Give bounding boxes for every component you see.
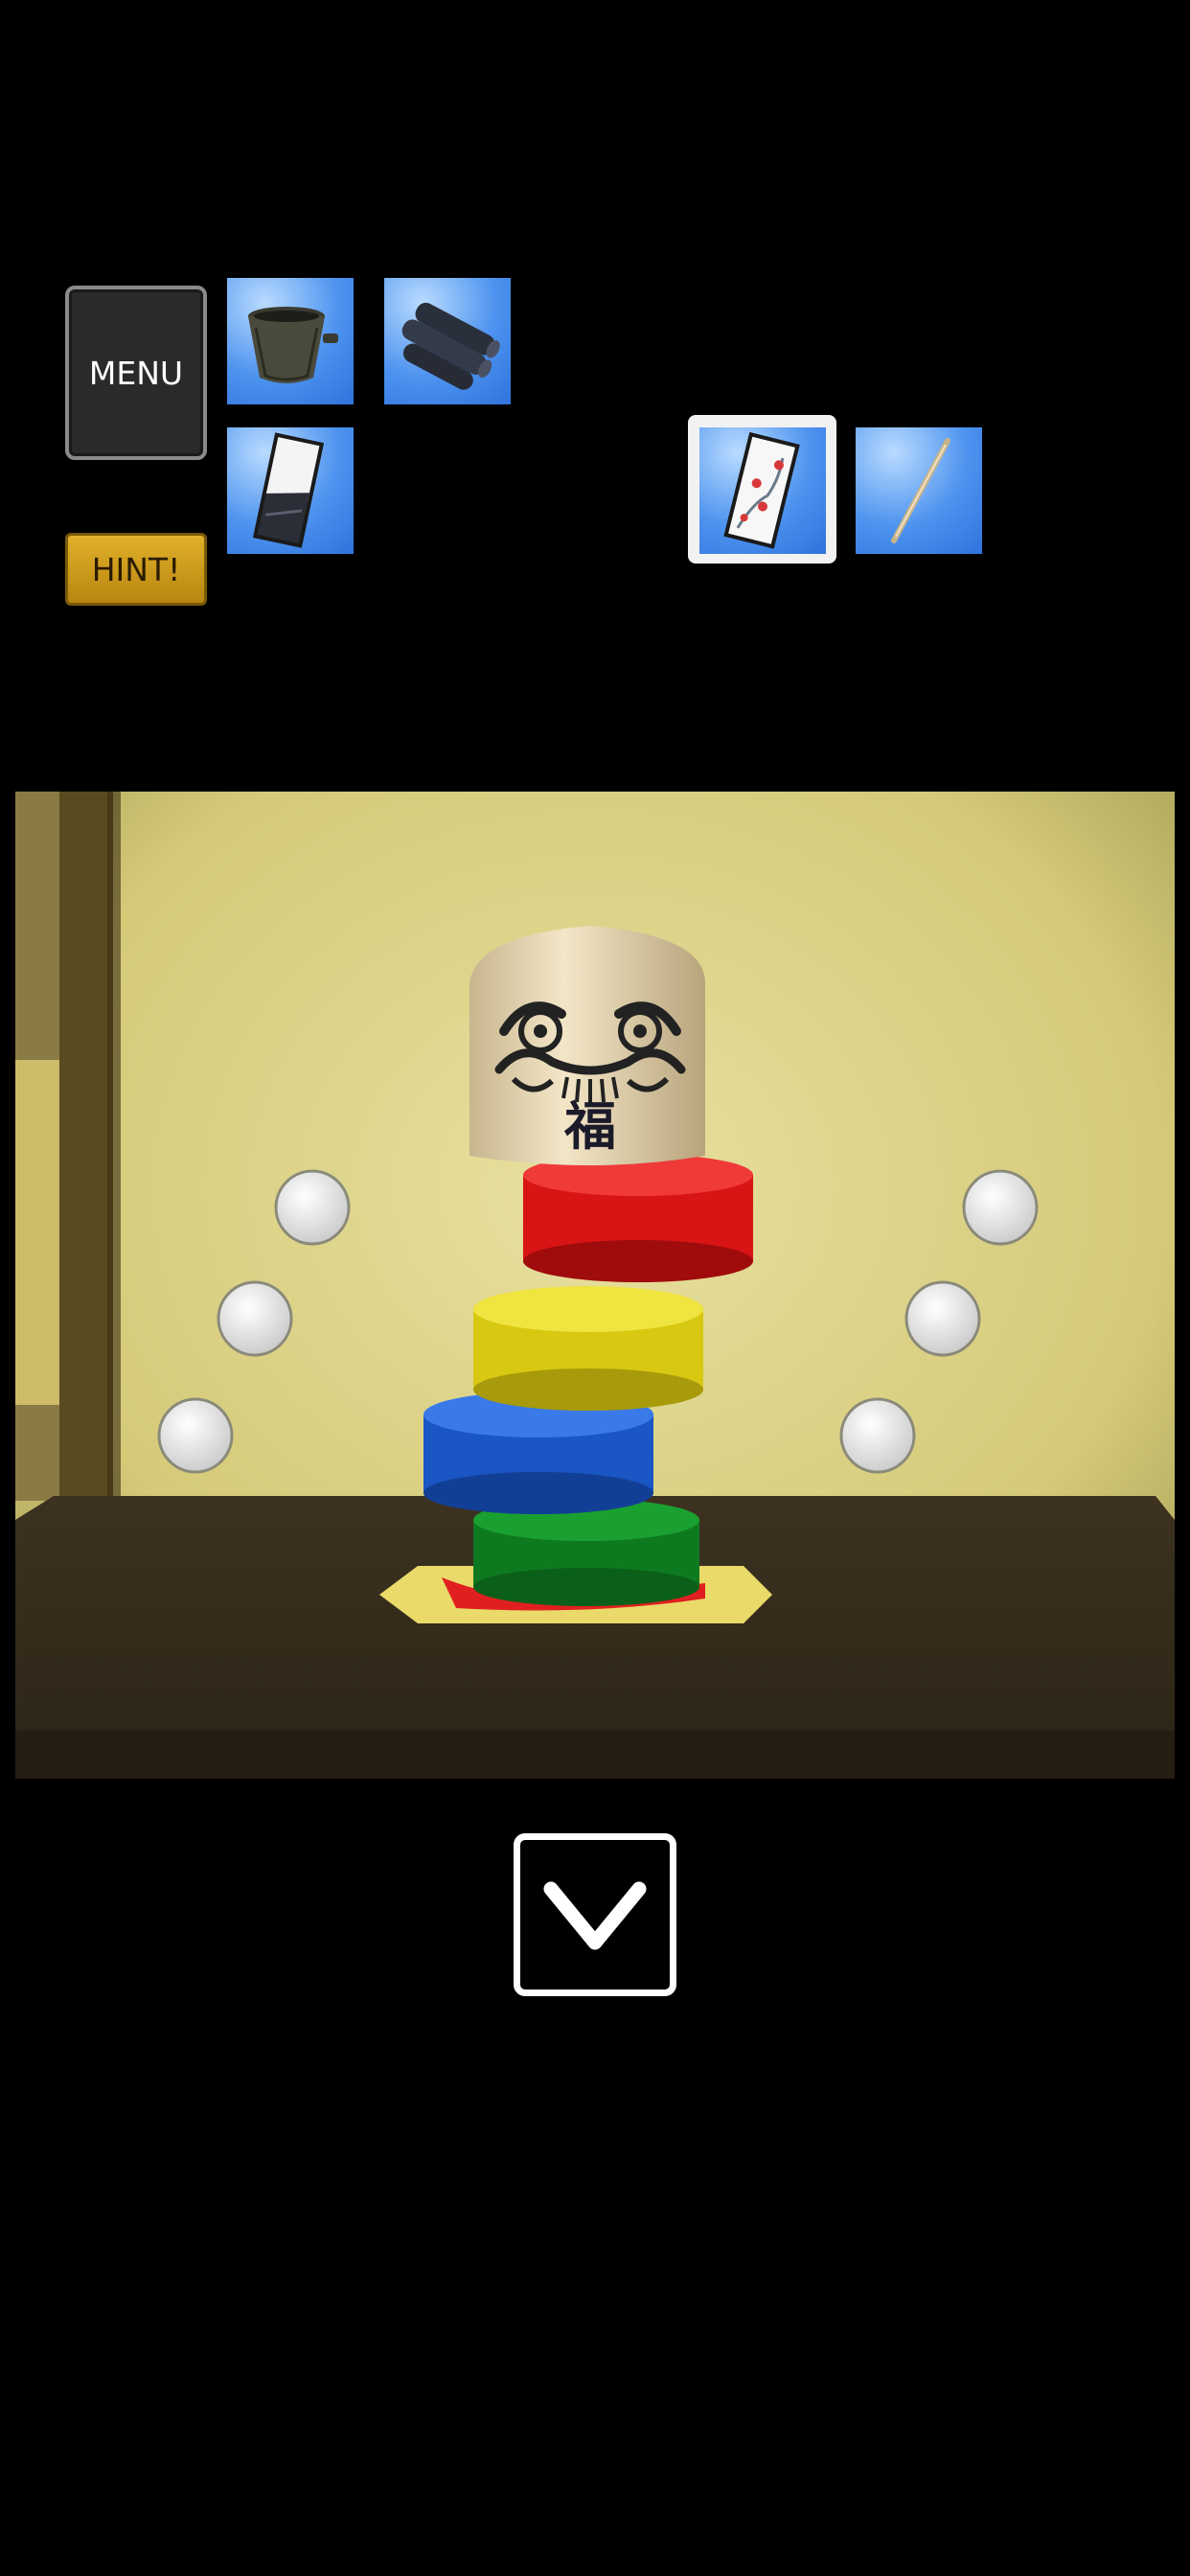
peg-right-top[interactable] bbox=[962, 1169, 1039, 1246]
disc-red[interactable] bbox=[523, 1154, 753, 1282]
peg-right-bottom[interactable] bbox=[839, 1397, 916, 1474]
menu-button[interactable]: MENU bbox=[65, 286, 207, 460]
peg-left-top[interactable] bbox=[274, 1169, 351, 1246]
stick-icon bbox=[891, 438, 950, 543]
inventory-slot-charcoal[interactable] bbox=[384, 278, 511, 404]
inventory-slot-bucket[interactable] bbox=[227, 278, 354, 404]
inventory-slot-mirror[interactable] bbox=[227, 427, 354, 554]
disc-yellow[interactable] bbox=[473, 1286, 703, 1411]
bucket-icon bbox=[248, 307, 338, 383]
daruma-kanji: 福 bbox=[563, 1096, 616, 1157]
game-scene: 福 bbox=[15, 792, 1175, 1779]
menu-label: MENU bbox=[88, 354, 184, 392]
mirror-icon bbox=[252, 432, 325, 548]
peg-right-middle[interactable] bbox=[904, 1280, 981, 1357]
back-button[interactable] bbox=[514, 1833, 676, 1996]
daruma-head[interactable]: 福 bbox=[469, 926, 705, 1165]
chevron-down-icon bbox=[543, 1881, 647, 1950]
painted-card-icon bbox=[723, 431, 800, 549]
inventory-slot-painted-card[interactable] bbox=[699, 427, 826, 554]
inventory-slot-stick[interactable] bbox=[856, 427, 982, 554]
hint-label: HINT! bbox=[91, 550, 181, 588]
disc-green[interactable] bbox=[473, 1499, 699, 1606]
charcoal-icon bbox=[401, 302, 500, 390]
peg-left-middle[interactable] bbox=[217, 1280, 293, 1357]
hint-button[interactable]: HINT! bbox=[65, 533, 207, 606]
peg-left-bottom[interactable] bbox=[157, 1397, 234, 1474]
